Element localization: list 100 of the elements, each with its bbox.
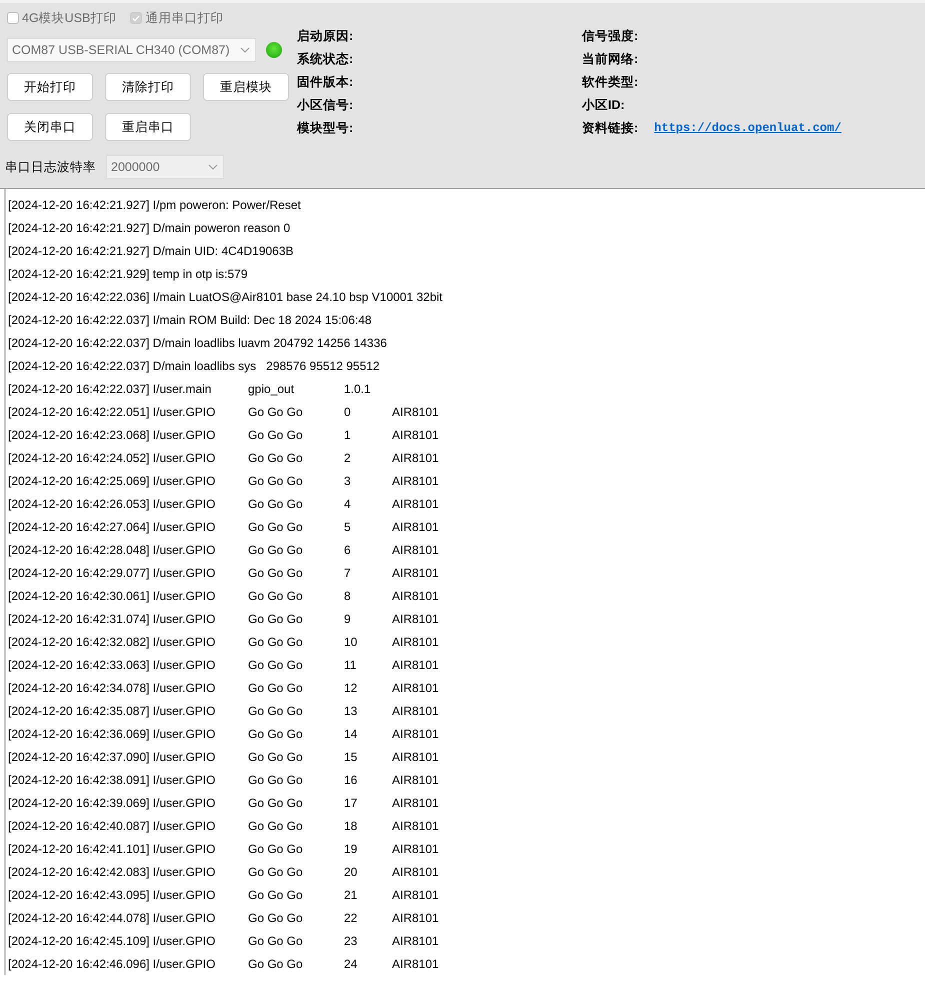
- log-field: Go Go Go: [248, 818, 303, 832]
- log-field: Go Go Go: [248, 680, 303, 694]
- log-field: [2024-12-20 16:42:29.077] I/user.GPIO: [8, 566, 216, 580]
- log-field: 10: [344, 634, 358, 648]
- log-field: 5: [344, 520, 351, 534]
- action-button[interactable]: 清除打印: [105, 73, 191, 101]
- log-field: Go Go Go: [248, 474, 303, 488]
- log-field: Go Go Go: [248, 542, 303, 556]
- log-field: AIR8101: [392, 658, 439, 672]
- log-field: 0: [344, 404, 351, 418]
- log-field: AIR8101: [392, 750, 439, 764]
- log-field: Go Go Go: [248, 634, 303, 648]
- docs-link[interactable]: https://docs.openluat.com/: [654, 121, 842, 135]
- log-field: 9: [344, 612, 351, 626]
- log-line: [2024-12-20 16:42:22.036] I/main LuatOS@Air8101 base 24.10 bsp V10001 32bit: [8, 290, 442, 304]
- log-field: 16: [344, 772, 358, 786]
- log-field: AIR8101: [392, 612, 439, 626]
- log-field: AIR8101: [392, 474, 439, 488]
- log-field: Go Go Go: [248, 450, 303, 464]
- log-field: AIR8101: [392, 818, 439, 832]
- log-field: [2024-12-20 16:42:30.061] I/user.GPIO: [8, 588, 216, 602]
- log-field: Go Go Go: [248, 566, 303, 580]
- log-field: gpio_out: [248, 382, 294, 396]
- log-field: 18: [344, 818, 358, 832]
- log-field: Go Go Go: [248, 796, 303, 810]
- log-field: AIR8101: [392, 888, 439, 902]
- chevron-down-icon: [240, 47, 250, 53]
- log-field: 7: [344, 566, 351, 580]
- baud-label: 串口日志波特率: [5, 158, 96, 176]
- log-field: [2024-12-20 16:42:22.051] I/user.GPIO: [8, 404, 216, 418]
- log-field: [2024-12-20 16:42:25.069] I/user.GPIO: [8, 474, 216, 488]
- info-label: 小区信号:: [297, 96, 354, 114]
- log-field: [2024-12-20 16:42:32.082] I/user.GPIO: [8, 634, 216, 648]
- log-field: [2024-12-20 16:42:38.091] I/user.GPIO: [8, 772, 216, 786]
- log-field: AIR8101: [392, 566, 439, 580]
- log-field: AIR8101: [392, 404, 439, 418]
- log-line: [2024-12-20 16:42:21.927] I/pm poweron: Power/Reset: [8, 198, 301, 212]
- log-field: Go Go Go: [248, 934, 303, 948]
- log-field: 24: [344, 956, 358, 970]
- log-field: Go Go Go: [248, 750, 303, 764]
- log-field: Go Go Go: [248, 496, 303, 510]
- log-field: [2024-12-20 16:42:40.087] I/user.GPIO: [8, 818, 216, 832]
- baud-dropdown[interactable]: 2000000: [106, 155, 224, 179]
- log-field: Go Go Go: [248, 612, 303, 626]
- info-label: 模块型号:: [297, 120, 354, 136]
- log-field: [2024-12-20 16:42:23.068] I/user.GPIO: [8, 428, 216, 442]
- log-field: Go Go Go: [248, 910, 303, 924]
- log-field: AIR8101: [392, 726, 439, 740]
- log-field: 17: [344, 796, 358, 810]
- action-button[interactable]: 关闭串口: [7, 113, 93, 141]
- info-label: 启动原因:: [297, 28, 354, 44]
- info-label: 软件类型:: [582, 74, 638, 90]
- print-option-checkbox[interactable]: 4G模块USB打印: [7, 10, 116, 26]
- log-field: [2024-12-20 16:42:45.109] I/user.GPIO: [8, 934, 216, 948]
- log-field: [2024-12-20 16:42:35.087] I/user.GPIO: [8, 704, 216, 718]
- port-dropdown[interactable]: COM87 USB-SERIAL CH340 (COM87): [7, 38, 256, 62]
- log-field: 21: [344, 888, 358, 902]
- info-label: 当前网络:: [582, 50, 638, 68]
- log-line: [2024-12-20 16:42:21.927] D/main UID: 4C4D19063B: [8, 244, 294, 258]
- log-field: Go Go Go: [248, 404, 303, 418]
- log-field: AIR8101: [392, 542, 439, 556]
- info-label: 系统状态:: [297, 50, 354, 68]
- log-field: [2024-12-20 16:42:37.090] I/user.GPIO: [8, 750, 216, 764]
- log-field: Go Go Go: [248, 888, 303, 902]
- log-field: Go Go Go: [248, 726, 303, 740]
- log-field: [2024-12-20 16:42:26.053] I/user.GPIO: [8, 496, 216, 510]
- log-field: 20: [344, 864, 358, 878]
- log-field: [2024-12-20 16:42:36.069] I/user.GPIO: [8, 726, 216, 740]
- log-field: [2024-12-20 16:42:42.083] I/user.GPIO: [8, 864, 216, 878]
- action-button[interactable]: 开始打印: [7, 73, 93, 101]
- log-field: [2024-12-20 16:42:34.078] I/user.GPIO: [8, 680, 216, 694]
- log-field: Go Go Go: [248, 588, 303, 602]
- log-field: Go Go Go: [248, 658, 303, 672]
- info-label: 资料链接:: [582, 120, 638, 136]
- log-field: Go Go Go: [248, 842, 303, 856]
- log-field: 19: [344, 842, 358, 856]
- log-field: AIR8101: [392, 428, 439, 442]
- log-line: [2024-12-20 16:42:22.037] D/main loadlibs sys 298576 95512 95512: [8, 358, 380, 372]
- log-field: [2024-12-20 16:42:27.064] I/user.GPIO: [8, 520, 216, 534]
- log-field: [2024-12-20 16:42:43.095] I/user.GPIO: [8, 888, 216, 902]
- log-field: Go Go Go: [248, 704, 303, 718]
- log-field: [2024-12-20 16:42:33.063] I/user.GPIO: [8, 658, 216, 672]
- log-field: [2024-12-20 16:42:24.052] I/user.GPIO: [8, 450, 216, 464]
- log-line: [2024-12-20 16:42:22.037] I/main ROM Build: Dec 18 2024 15:06:48: [8, 312, 372, 326]
- log-field: 1.0.1: [344, 382, 371, 396]
- log-field: [2024-12-20 16:42:28.048] I/user.GPIO: [8, 542, 216, 556]
- log-field: [2024-12-20 16:42:46.096] I/user.GPIO: [8, 956, 216, 970]
- log-field: AIR8101: [392, 910, 439, 924]
- log-field: [2024-12-20 16:42:39.069] I/user.GPIO: [8, 796, 216, 810]
- log-field: AIR8101: [392, 588, 439, 602]
- log-field: 3: [344, 474, 351, 488]
- log-field: 15: [344, 750, 358, 764]
- info-label: 固件版本:: [297, 74, 354, 90]
- log-field: [2024-12-20 16:42:31.074] I/user.GPIO: [8, 612, 216, 626]
- log-field: [2024-12-20 16:42:41.101] I/user.GPIO: [8, 842, 216, 856]
- log-field: Go Go Go: [248, 772, 303, 786]
- action-button[interactable]: 重启串口: [105, 113, 191, 141]
- log-field: 23: [344, 934, 358, 948]
- action-button[interactable]: 重启模块: [203, 73, 289, 101]
- log-field: 8: [344, 588, 351, 602]
